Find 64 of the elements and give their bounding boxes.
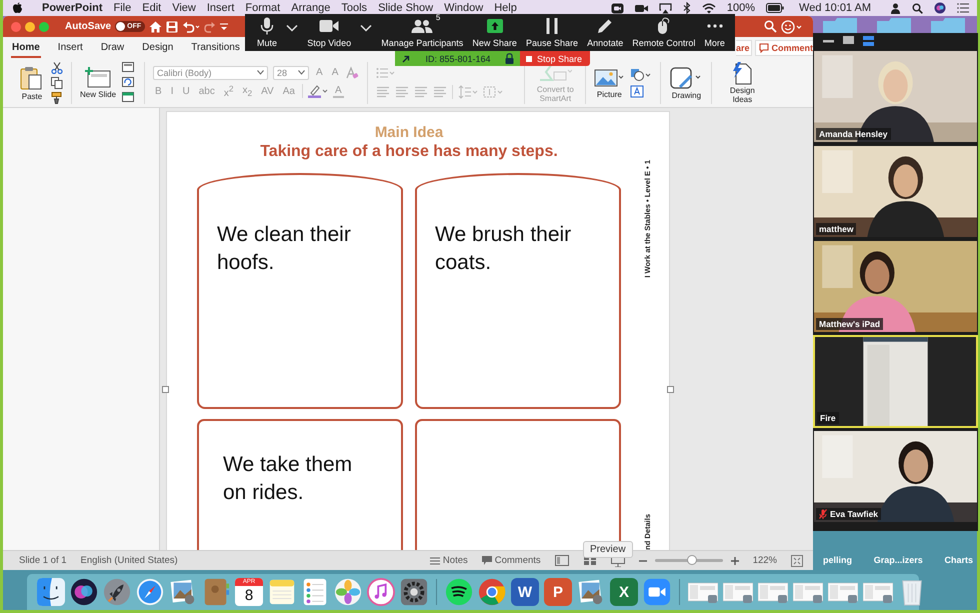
stop-share-button[interactable]: Stop Share [520, 51, 590, 66]
ribbon-tab[interactable]: Draw [100, 37, 126, 58]
box-text-line: We brush their [435, 222, 572, 248]
meeting-control[interactable]: Pause Share [526, 17, 578, 48]
picture-button[interactable]: Picture [594, 66, 624, 98]
notes-button[interactable]: Notes [430, 555, 468, 566]
slide-counter: Slide 1 of 1 [19, 555, 67, 566]
font-name-field[interactable]: Calibri (Body) [153, 66, 268, 80]
participant-name: Eva Tawfiek [830, 509, 878, 519]
menu-item[interactable]: Format [245, 2, 280, 14]
menu-item[interactable]: View [172, 2, 196, 14]
font-size-field[interactable]: 28 [273, 66, 310, 80]
menu-item[interactable]: Window [444, 2, 484, 14]
meeting-control[interactable]: Stop Video [307, 17, 352, 48]
meeting-id-bar[interactable]: ID: 855-801-164 [395, 51, 520, 66]
comments-button[interactable]: Comment [755, 40, 813, 56]
video-tile[interactable]: Fire [813, 335, 978, 428]
ribbon-tab[interactable]: Design [141, 37, 174, 58]
participant-name: Amanda Hensley [819, 129, 888, 139]
battery-percent: 100% [726, 2, 756, 14]
ribbon-tab[interactable]: Transitions [190, 37, 241, 58]
comments-button[interactable]: Comments [482, 555, 541, 566]
box-text-line: We clean their [217, 222, 352, 248]
menu-item[interactable]: Help [494, 2, 517, 14]
menu-item[interactable]: Arrange [291, 2, 330, 14]
share-button[interactable]: are [736, 40, 752, 56]
menu-item[interactable]: File [114, 2, 132, 14]
menu-app-name[interactable]: PowerPoint [42, 2, 103, 14]
tooltip: Preview [583, 541, 633, 558]
participant-name: Matthew's iPad [819, 319, 880, 329]
video-tile[interactable]: Amanda Hensley [813, 50, 978, 143]
meeting-control[interactable]: New Share [472, 17, 517, 48]
box-text-line: coats. [435, 250, 492, 276]
menu-item[interactable]: Tools [341, 2, 368, 14]
letter-app-icon[interactable]: W [511, 578, 539, 606]
autosave-label: AutoSave [65, 21, 112, 32]
box-text-line: hoofs. [217, 250, 276, 276]
language-label[interactable]: English (United States) [80, 555, 178, 566]
video-tile[interactable]: Eva Tawfiek [813, 430, 978, 523]
new-slide-button[interactable]: New Slide [80, 66, 116, 98]
slide-title: Main Idea [374, 123, 444, 142]
box-text-line: on rides. [223, 480, 305, 506]
slide-subtitle: Taking care of a horse has many steps. [260, 142, 558, 162]
meeting-control[interactable]: Mute [257, 17, 278, 48]
meeting-control[interactable]: More [704, 17, 725, 48]
participant-name: matthew [819, 224, 854, 234]
drawing-button[interactable]: Drawing [669, 66, 704, 100]
meeting-id: ID: 855-801-164 [425, 54, 491, 64]
design-ideas-button[interactable]: Design Ideas [720, 61, 764, 104]
menu-item[interactable]: Insert [206, 2, 234, 14]
video-tile[interactable]: Matthew's iPad [813, 240, 978, 333]
meeting-control[interactable]: Annotate [587, 17, 624, 48]
zoom-percent[interactable]: 122% [752, 555, 777, 566]
menu-item[interactable]: Slide Show [378, 2, 434, 14]
video-tile[interactable]: matthew [813, 145, 978, 238]
menu-item[interactable]: Edit [142, 2, 162, 14]
participant-name: Fire [820, 413, 836, 423]
menu-clock[interactable]: Wed 10:01 AM [799, 2, 871, 14]
letter-app-icon[interactable]: P [544, 578, 572, 606]
box-text-line: We take them [223, 452, 354, 478]
paste-button[interactable]: Paste [19, 64, 45, 100]
ribbon-tab[interactable]: Insert [56, 37, 84, 58]
meeting-control[interactable]: Remote Control [632, 17, 696, 48]
letter-app-icon[interactable]: X [610, 578, 638, 606]
